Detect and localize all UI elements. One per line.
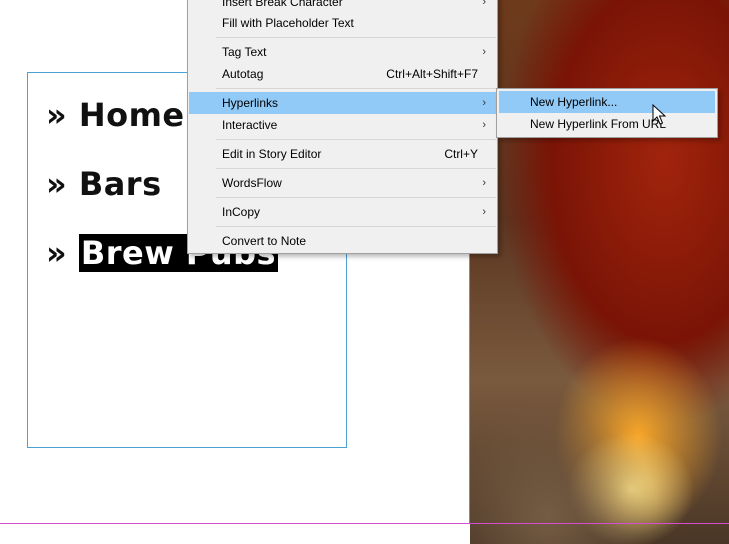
chevron-right-icon: › <box>482 206 486 218</box>
menu-item-label: Hyperlinks <box>222 96 279 110</box>
menu-item-edit-in-story-editor[interactable]: Edit in Story Editor Ctrl+Y <box>189 143 496 165</box>
menu-item-hyperlinks[interactable]: Hyperlinks › <box>189 92 496 114</box>
menu-item-shortcut: Ctrl+Alt+Shift+F7 <box>386 67 478 81</box>
menu-item-label: WordsFlow <box>222 176 282 190</box>
menu-item-autotag[interactable]: Autotag Ctrl+Alt+Shift+F7 <box>189 63 496 85</box>
arrow-pointer-icon <box>652 104 666 125</box>
menu-item-interactive[interactable]: Interactive › <box>189 114 496 136</box>
menu-item-label: Convert to Note <box>222 234 307 248</box>
nav-bullet: » <box>46 234 79 272</box>
chevron-right-icon: › <box>482 46 486 58</box>
menu-separator <box>216 88 496 89</box>
nav-label: Bars <box>78 165 162 203</box>
beer-photo <box>470 0 729 544</box>
menu-item-fill-placeholder[interactable]: Fill with Placeholder Text <box>189 12 496 34</box>
menu-separator <box>216 168 496 169</box>
nav-item-home[interactable]: » Home <box>46 95 185 135</box>
chevron-right-icon: › <box>482 97 486 109</box>
margin-guide <box>0 523 729 524</box>
menu-item-shortcut: Ctrl+Y <box>444 147 478 161</box>
menu-separator <box>216 226 496 227</box>
nav-item-bars[interactable]: » Bars <box>46 164 162 204</box>
nav-label: Home <box>78 96 185 134</box>
nav-bullet: » <box>46 165 79 203</box>
menu-separator <box>216 37 496 38</box>
submenu-item-label: New Hyperlink From URL <box>530 117 667 131</box>
submenu-item-label: New Hyperlink... <box>530 95 618 109</box>
context-menu: Insert Break Character › Fill with Place… <box>187 0 498 254</box>
menu-separator <box>216 139 496 140</box>
submenu-item-new-hyperlink[interactable]: New Hyperlink... <box>499 91 715 113</box>
submenu-item-new-hyperlink-from-url[interactable]: New Hyperlink From URL <box>499 113 715 135</box>
menu-item-incopy[interactable]: InCopy › <box>189 201 496 223</box>
menu-item-convert-to-note[interactable]: Convert to Note <box>189 230 496 252</box>
menu-item-label: Fill with Placeholder Text <box>222 16 354 30</box>
chevron-right-icon: › <box>482 177 486 189</box>
nav-bullet: » <box>46 96 79 134</box>
menu-separator <box>216 197 496 198</box>
chevron-right-icon: › <box>482 119 486 131</box>
menu-item-tag-text[interactable]: Tag Text › <box>189 41 496 63</box>
menu-item-label: Autotag <box>222 67 264 81</box>
menu-item-label: InCopy <box>222 205 261 219</box>
menu-item-wordsflow[interactable]: WordsFlow › <box>189 172 496 194</box>
hyperlinks-submenu: New Hyperlink... New Hyperlink From URL <box>496 88 718 138</box>
menu-item-label: Interactive <box>222 118 278 132</box>
menu-item-label: Edit in Story Editor <box>222 147 322 161</box>
menu-item-label: Tag Text <box>222 45 267 59</box>
